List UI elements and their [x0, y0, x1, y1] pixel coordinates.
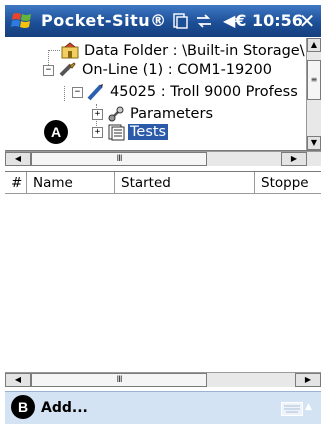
collapse-toggle[interactable]: −	[72, 87, 83, 98]
clock-volume[interactable]: ◀€ 10:56	[223, 11, 303, 30]
column-header-stopped[interactable]: Stoppe	[255, 172, 321, 194]
scroll-up-button[interactable]: ▲	[307, 38, 321, 52]
tree-item-label: On-Line (1) : COM1-19200	[82, 61, 272, 78]
collapse-toggle[interactable]: −	[43, 65, 54, 76]
scroll-thumb[interactable]: III	[31, 152, 207, 166]
column-header-name[interactable]: Name	[27, 172, 115, 194]
scroll-right-button[interactable]: ▶	[295, 373, 321, 387]
scroll-thumb[interactable]: III	[31, 373, 207, 387]
connectivity-icon[interactable]	[195, 12, 213, 30]
tree-item-data-folder[interactable]: Data Folder : \Built-in Storage\	[61, 41, 307, 60]
cable-icon	[59, 61, 76, 76]
tree-connector	[64, 86, 65, 101]
scroll-down-button[interactable]: ▼	[307, 136, 321, 150]
tree-item-parameters[interactable]: Parameters	[107, 104, 215, 123]
tree-item-label: Tests	[128, 123, 169, 140]
scroll-left-button[interactable]: ◀	[5, 373, 31, 387]
instrument-icon	[87, 83, 103, 100]
column-header-started[interactable]: Started	[115, 172, 255, 194]
expand-toggle[interactable]: +	[92, 127, 103, 138]
scroll-thumb[interactable]: ≡	[307, 60, 321, 100]
tests-icon	[108, 124, 125, 140]
scroll-right-button[interactable]: ▶	[281, 152, 307, 166]
callout-a: A	[44, 120, 68, 144]
expand-toggle[interactable]: +	[92, 109, 103, 120]
tree-horizontal-scrollbar[interactable]: ◀ III ▶	[5, 151, 321, 166]
column-header-number[interactable]: #	[5, 172, 27, 194]
keyboard-icon[interactable]	[281, 402, 303, 416]
tree-connector	[48, 50, 60, 51]
data-folder-icon	[61, 41, 79, 58]
windows-start-icon[interactable]	[11, 10, 33, 32]
close-button[interactable]: ✕	[295, 9, 319, 33]
tree-item-label: 45025 : Troll 9000 Profess	[110, 83, 298, 100]
parameters-icon	[108, 106, 124, 121]
add-menu-item[interactable]: Add...	[41, 400, 88, 416]
tree-item-label: Data Folder : \Built-in Storage\	[84, 42, 305, 59]
scroll-left-button[interactable]: ◀	[5, 152, 31, 166]
tree-item-tests[interactable]: Tests	[107, 122, 169, 141]
title-bar: Pocket-Situ® ◀€ 10:56 ✕	[5, 5, 321, 37]
tree-connector	[48, 50, 49, 65]
tree-item-label: Parameters	[130, 105, 213, 122]
tree-vertical-scrollbar[interactable]: ▲ ≡ ▼	[306, 38, 321, 150]
input-menu-arrow-icon[interactable]: ▲	[305, 402, 312, 412]
tree-item-instrument[interactable]: 45025 : Troll 9000 Profess	[87, 82, 300, 101]
list-horizontal-scrollbar[interactable]: ◀ III ▶	[5, 372, 321, 387]
device-screen: Pocket-Situ® ◀€ 10:56 ✕ Data Folder : \B…	[5, 5, 321, 424]
menu-bar: Add... ▲	[5, 391, 321, 424]
callout-b: B	[11, 395, 35, 419]
sync-status-icon[interactable]	[171, 12, 189, 30]
tests-list[interactable]: # Name Started Stoppe	[5, 171, 321, 377]
tree-item-online[interactable]: On-Line (1) : COM1-19200	[59, 60, 274, 79]
app-title: Pocket-Situ®	[41, 11, 167, 30]
